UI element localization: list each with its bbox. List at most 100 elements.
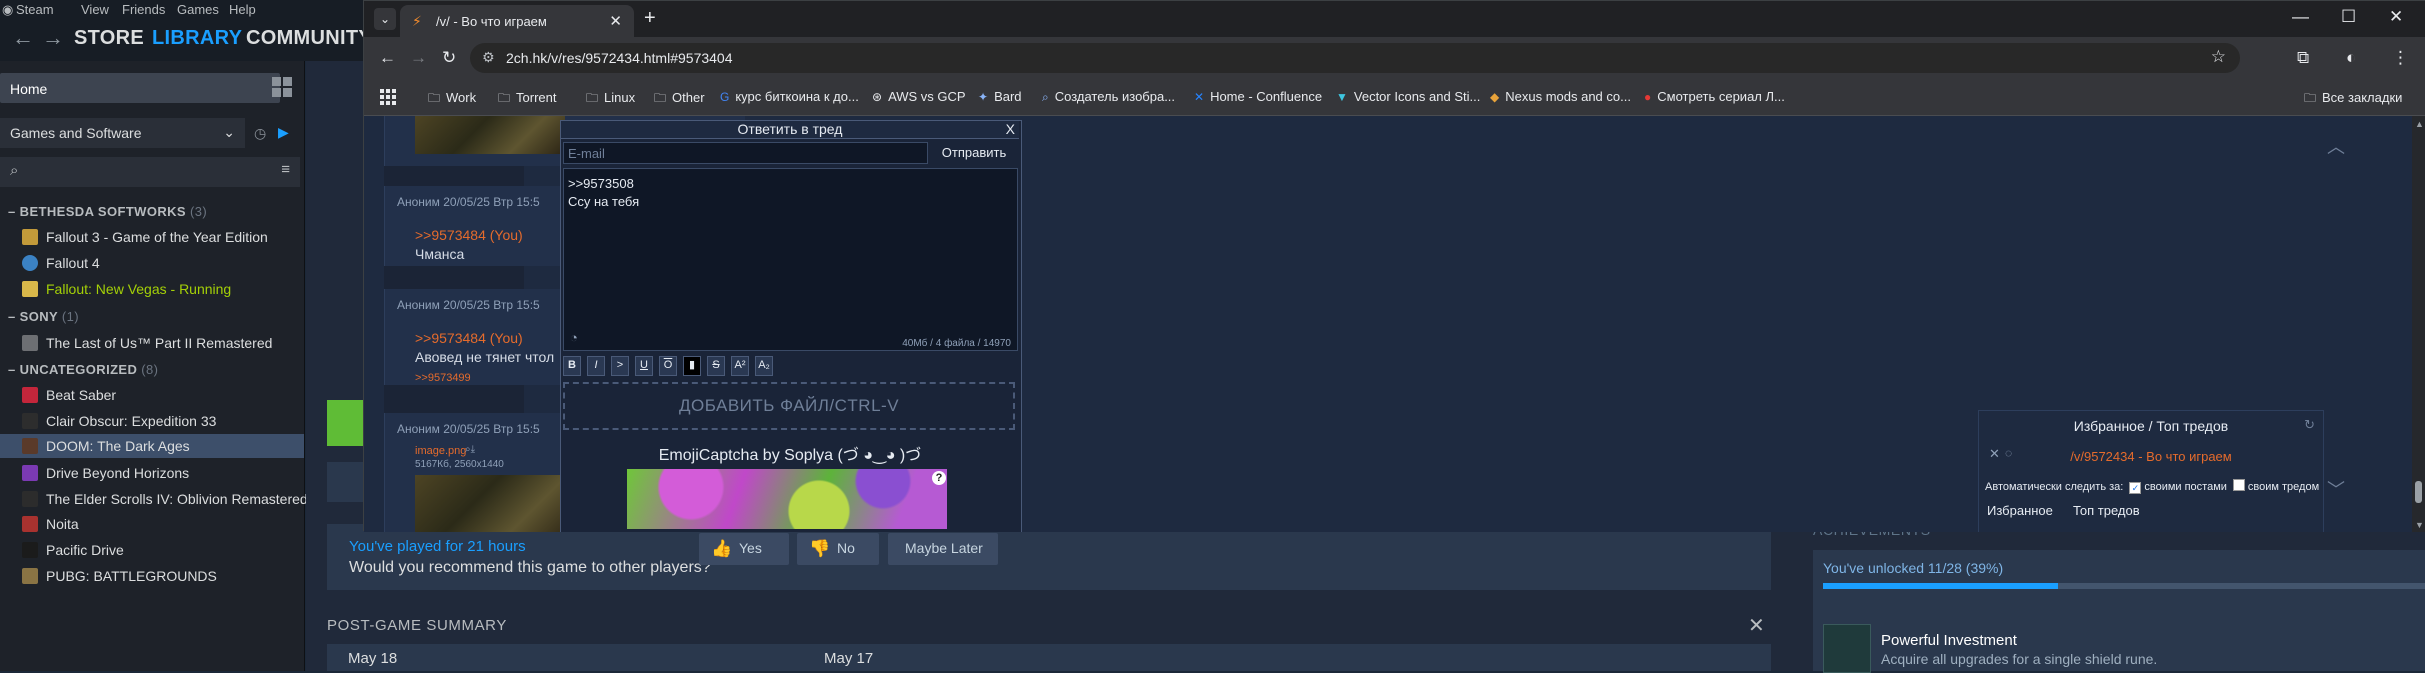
window-close-icon[interactable]: ✕: [2389, 7, 2403, 27]
bookmark-series[interactable]: ● Смотреть сериал Л...: [1644, 89, 1785, 104]
game-drive-beyond-horizons[interactable]: Drive Beyond Horizons: [0, 461, 304, 485]
add-file-dropzone[interactable]: ДОБАВИТЬ ФАЙЛ/CTRL-V: [563, 382, 1015, 430]
scroll-up-arrow-icon[interactable]: ︿: [2320, 131, 2352, 163]
captcha-help-icon[interactable]: ?: [932, 471, 946, 485]
maybe-later-button[interactable]: Maybe Later: [888, 533, 998, 565]
spoiler-button[interactable]: ▮: [683, 356, 701, 376]
reply-form-close[interactable]: X: [1006, 121, 1015, 138]
new-tab-icon[interactable]: +: [644, 7, 656, 30]
tab-search-button[interactable]: ⌄: [374, 8, 396, 30]
filter-lines-icon[interactable]: ≡: [281, 161, 290, 178]
refresh-icon[interactable]: ↻: [2304, 417, 2315, 433]
store-tab-edge[interactable]: [327, 462, 363, 502]
send-button[interactable]: Отправить: [931, 142, 1017, 164]
game-clair-obscur[interactable]: Clair Obscur: Expedition 33: [0, 409, 304, 433]
bookmark-vector-icons[interactable]: ▼ Vector Icons and Sti...: [1336, 89, 1480, 104]
bookmark-bitcoin[interactable]: Gкурс биткоина к до...: [720, 89, 859, 104]
menu-steam[interactable]: Steam: [16, 2, 54, 17]
bookmark-bard[interactable]: ✦ Bard: [978, 89, 1022, 104]
bookmark-aws-gcp[interactable]: ⊛ AWS vs GCP: [872, 89, 966, 104]
italic-button[interactable]: I: [587, 356, 605, 376]
tab-top-threads[interactable]: Топ тредов: [2067, 499, 2146, 522]
quote-button[interactable]: >: [611, 356, 629, 376]
game-beat-saber[interactable]: Beat Saber: [0, 383, 304, 407]
close-icon[interactable]: ✕: [1748, 613, 1765, 638]
grid-view-icon[interactable]: [272, 77, 294, 99]
site-info-icon[interactable]: ⚙: [482, 49, 495, 66]
post-thumbnail[interactable]: [415, 116, 565, 154]
strike-button[interactable]: S: [707, 356, 725, 376]
bookmark-linux[interactable]: 🗀 Linux: [586, 89, 635, 110]
bookmark-image-creator[interactable]: ⌕ Создатель изобра...: [1042, 89, 1175, 105]
bookmark-torrent[interactable]: 🗀 Torrent: [498, 89, 556, 110]
minimize-icon[interactable]: —: [2292, 7, 2309, 27]
reply-link[interactable]: >>9573484 (You): [415, 330, 523, 346]
recent-clock-icon[interactable]: ◷: [254, 125, 266, 142]
backref-link[interactable]: >>9573499: [415, 372, 471, 384]
all-bookmarks[interactable]: 🗀 Все закладки: [2304, 89, 2402, 110]
scrollbar-thumb[interactable]: [2415, 481, 2422, 503]
file-name-link[interactable]: image.png: [415, 445, 466, 457]
scroll-down-arrow-icon[interactable]: ﹀: [2320, 474, 2352, 506]
maximize-icon[interactable]: ☐: [2341, 7, 2356, 27]
watch-own-posts-checkbox[interactable]: ✓: [2129, 482, 2142, 494]
subscript-button[interactable]: A₂: [755, 356, 773, 376]
play-filter-icon[interactable]: ▶: [278, 124, 289, 141]
menu-dots-icon[interactable]: ⋮: [2392, 48, 2409, 68]
play-button-edge[interactable]: [327, 400, 367, 446]
menu-games[interactable]: Games: [177, 2, 219, 17]
profile-icon[interactable]: ◐: [2346, 48, 2356, 68]
nav-store[interactable]: STORE: [74, 27, 144, 50]
reply-link[interactable]: >>9573484 (You): [415, 227, 523, 243]
reply-form-header[interactable]: Ответить в тред X: [561, 121, 1019, 139]
forward-icon[interactable]: →: [410, 48, 427, 68]
nav-library[interactable]: LIBRARY: [152, 27, 242, 50]
forward-arrow-icon[interactable]: →: [42, 25, 64, 51]
tab-favorites[interactable]: Избранное: [1981, 499, 2059, 522]
bookmark-other[interactable]: 🗀 Other: [654, 89, 705, 110]
game-oblivion-remastered[interactable]: The Elder Scrolls IV: Oblivion Remastere…: [0, 487, 308, 511]
category-bethesda[interactable]: – BETHESDA SOFTWORKS (3): [8, 204, 207, 219]
bookmark-work[interactable]: 🗀 Work: [428, 89, 476, 110]
address-bar[interactable]: ⚙ 2ch.hk/v/res/9572434.html#9573404 ☆: [470, 43, 2240, 73]
bookmark-nexus[interactable]: ◆ Nexus mods and co...: [1490, 89, 1631, 104]
menu-friends[interactable]: Friends: [122, 2, 165, 17]
game-noita[interactable]: Noita: [0, 512, 304, 536]
email-field[interactable]: E-mail: [563, 142, 928, 164]
game-pacific-drive[interactable]: Pacific Drive: [0, 538, 304, 562]
page-scrollbar[interactable]: ▲ ▼: [2412, 116, 2425, 532]
emoji-icon[interactable]: ◔: [570, 329, 578, 347]
category-sony[interactable]: – SONY (1): [8, 309, 79, 324]
apps-grid-icon[interactable]: [380, 89, 396, 105]
close-tab-icon[interactable]: ✕: [609, 12, 622, 30]
no-button[interactable]: 👎 No: [797, 533, 879, 565]
overline-button[interactable]: O: [659, 356, 677, 376]
bookmark-confluence[interactable]: ✕ Home - Confluence: [1194, 89, 1322, 104]
game-fallout3[interactable]: Fallout 3 - Game of the Year Edition: [0, 225, 304, 249]
bookmark-star-icon[interactable]: ☆: [2211, 47, 2226, 67]
home-button[interactable]: Home: [0, 73, 280, 103]
extensions-icon[interactable]: ⧉: [2297, 48, 2309, 68]
reload-icon[interactable]: ↻: [442, 48, 456, 68]
game-doom-dark-ages[interactable]: DOOM: The Dark Ages: [0, 434, 304, 458]
scroll-up-icon[interactable]: ▲: [2415, 119, 2424, 129]
category-uncategorized[interactable]: – UNCATEGORIZED (8): [8, 362, 158, 377]
favorite-thread-link[interactable]: /v/9572434 - Во что играем: [1979, 449, 2323, 464]
search-image-icon[interactable]: ⌕⤓: [465, 444, 475, 455]
underline-button[interactable]: U: [635, 356, 653, 376]
back-icon[interactable]: ←: [379, 48, 396, 68]
menu-view[interactable]: View: [81, 2, 109, 17]
game-last-of-us[interactable]: The Last of Us™ Part II Remastered: [0, 331, 304, 355]
game-fallout4[interactable]: Fallout 4: [0, 251, 304, 275]
back-arrow-icon[interactable]: ←: [12, 25, 34, 51]
library-search-input[interactable]: ⌕ ≡: [0, 157, 300, 187]
nav-community[interactable]: COMMUNITY: [246, 27, 372, 50]
bold-button[interactable]: B: [563, 356, 581, 376]
scroll-down-icon[interactable]: ▼: [2415, 520, 2424, 530]
game-pubg[interactable]: PUBG: BATTLEGROUNDS: [0, 564, 304, 588]
superscript-button[interactable]: A²: [731, 356, 749, 376]
game-fallout-new-vegas[interactable]: Fallout: New Vegas - Running: [0, 277, 304, 301]
captcha-image[interactable]: [627, 469, 947, 529]
yes-button[interactable]: 👍 Yes: [699, 533, 789, 565]
tab-active[interactable]: ⚡ /v/ - Во что играем ✕: [400, 5, 634, 37]
